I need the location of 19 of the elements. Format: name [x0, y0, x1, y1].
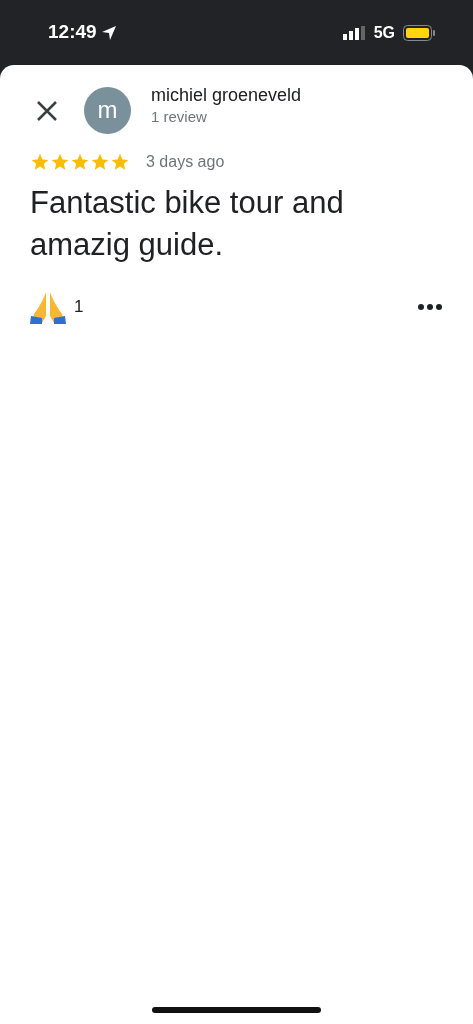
close-icon [36, 99, 58, 122]
location-arrow-icon [100, 24, 117, 41]
battery-icon [403, 24, 435, 41]
star-icon [90, 152, 110, 172]
more-options-icon[interactable] [417, 303, 443, 311]
network-label: 5G [373, 22, 395, 43]
signal-icon [342, 25, 366, 40]
praying-hands-icon[interactable] [30, 290, 66, 324]
review-count: 1 review [151, 107, 208, 128]
author-name[interactable]: michiel groeneveld [151, 84, 302, 107]
star-icon [70, 152, 90, 172]
review-date: 3 days ago [146, 152, 225, 172]
star-icon [110, 152, 130, 172]
avatar: m [84, 87, 131, 134]
review-text: Fantastic bike tour and amazig guide. [30, 184, 345, 264]
reaction-count: 1 [74, 296, 84, 319]
clock-time: 12:49 [48, 20, 97, 45]
star-icon [50, 152, 70, 172]
star-icon [30, 152, 50, 172]
